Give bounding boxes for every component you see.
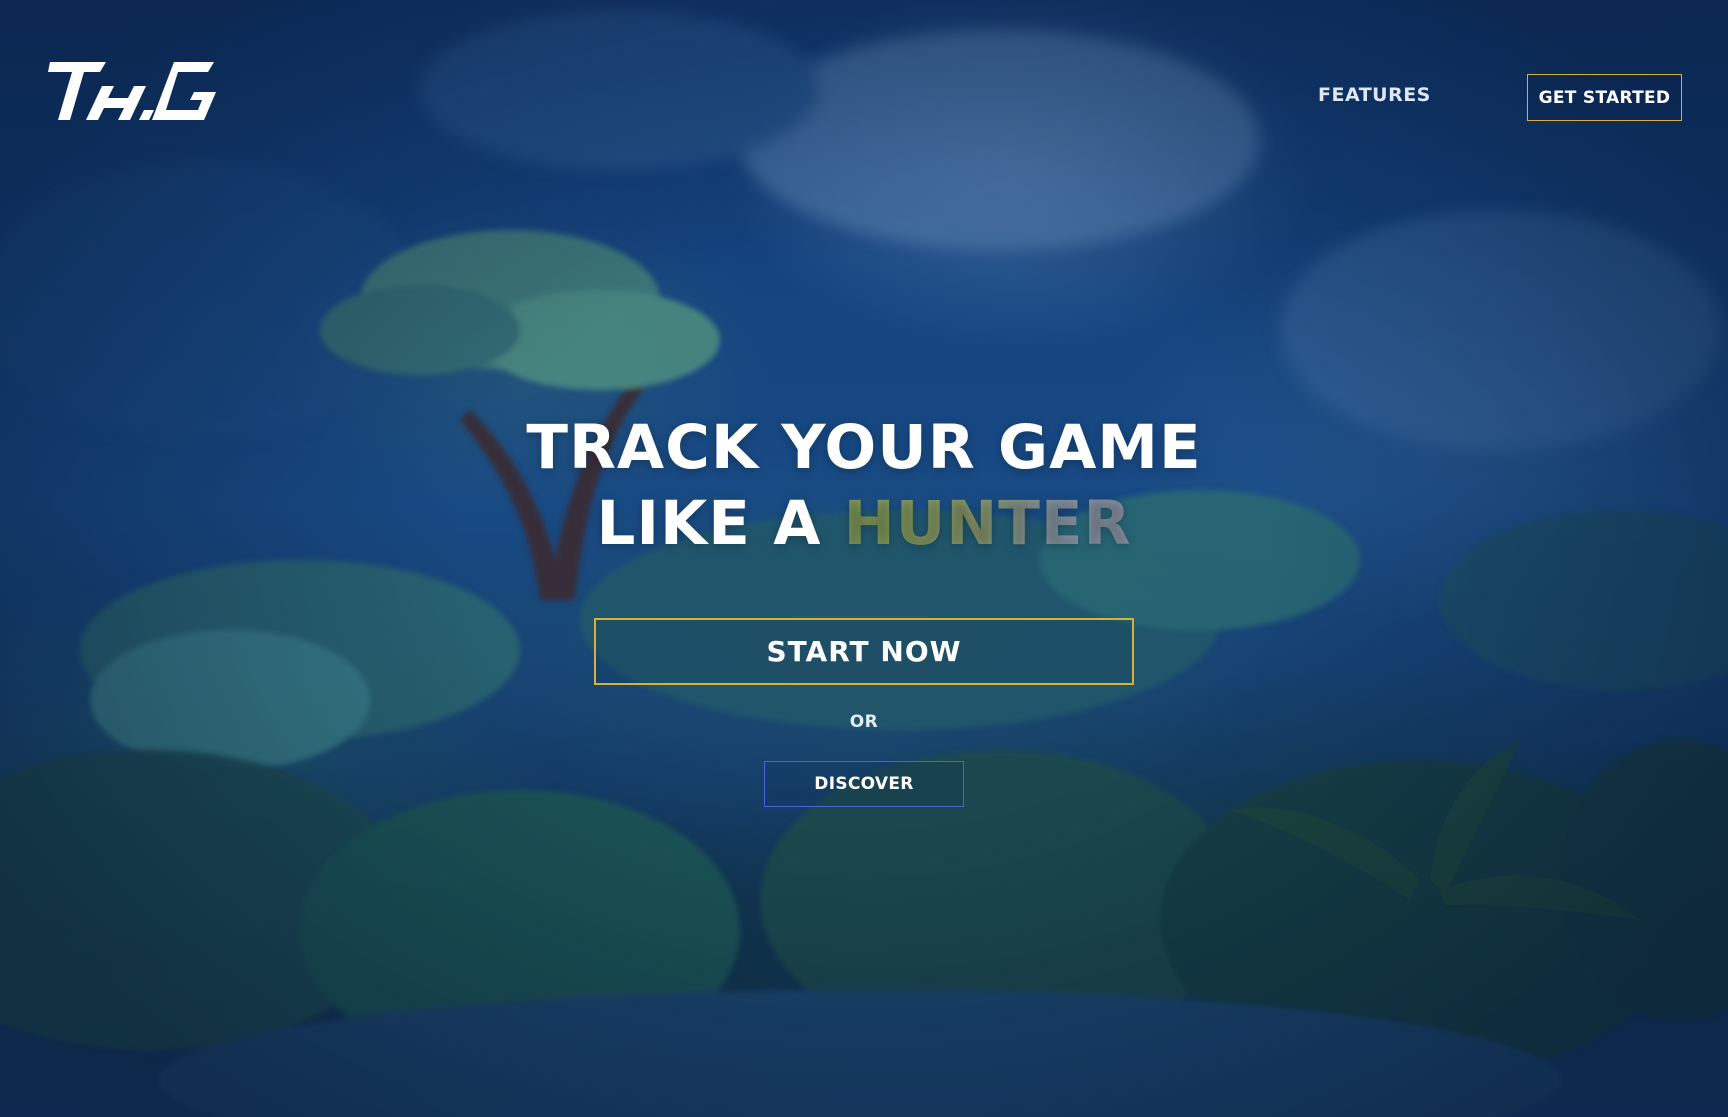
discover-button[interactable]: DISCOVER	[764, 761, 964, 807]
brand-logo[interactable]	[48, 58, 216, 124]
thg-logo-icon	[48, 62, 216, 120]
landing-page: FEATURES GET STARTED TRACK YOUR GAME LIK…	[0, 0, 1728, 1117]
or-separator: OR	[849, 712, 879, 732]
hero-headline: TRACK YOUR GAME LIKE A HUNTER	[0, 410, 1728, 562]
hero-line-1: TRACK YOUR GAME	[526, 412, 1202, 483]
nav-features-link[interactable]: FEATURES	[1318, 84, 1431, 106]
hero-line-2-prefix: LIKE A	[596, 488, 844, 559]
get-started-button[interactable]: GET STARTED	[1527, 74, 1682, 121]
hero-line-2: LIKE A HUNTER	[0, 486, 1728, 562]
start-now-button[interactable]: START NOW	[594, 618, 1134, 685]
hero-accent-word: HUNTER	[843, 488, 1132, 559]
